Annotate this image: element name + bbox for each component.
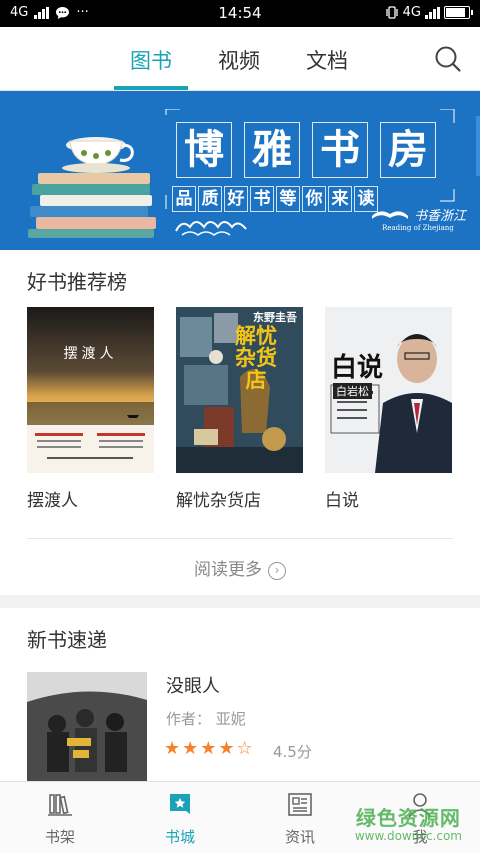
nav-label: 书城 — [164, 828, 195, 846]
read-more-label: 阅读更多 — [194, 560, 262, 580]
new-book-author: 作者： 亚妮 — [166, 708, 246, 729]
book-title[interactable]: 解忧杂货店 — [176, 486, 261, 511]
banner-subtitle-char: 品 — [172, 186, 196, 212]
banner-subtitle-char: 来 — [328, 186, 352, 212]
section-title: 新书速递 — [27, 628, 107, 652]
section-title: 好书推荐榜 — [27, 270, 127, 294]
logo-books-icon — [371, 211, 408, 219]
book-title[interactable]: 白说 — [325, 486, 359, 511]
cover-author-text: 白岩松 — [333, 383, 372, 399]
banner-title-char: 房 — [380, 122, 436, 178]
banner-subtitle-char: 你 — [302, 186, 326, 212]
news-icon — [288, 793, 312, 816]
network-type-right: 4G — [402, 5, 421, 20]
search-icon — [435, 46, 461, 72]
read-more-button[interactable]: 阅读更多 › — [0, 555, 480, 580]
nav-label: 资讯 — [284, 828, 315, 846]
bookshelf-icon — [48, 794, 72, 816]
author-label: 作者： — [166, 710, 212, 728]
cover-art — [27, 307, 154, 473]
vibrate-icon — [385, 6, 398, 19]
cloud-ornament-icon — [175, 221, 247, 236]
nav-item-news[interactable]: 资讯 — [240, 782, 360, 853]
status-bar: 4G ··· 14:54 4G — [0, 0, 480, 27]
nav-label: 书架 — [44, 828, 75, 846]
chevron-right-icon: › — [268, 562, 286, 580]
watermark: 绿色资源网 www.downcc.com — [355, 802, 462, 843]
tab-documents[interactable]: 文档 — [306, 45, 348, 75]
banner-subtitle-char: 书 — [250, 186, 274, 212]
banner-logo-text: 书香浙江 — [413, 209, 466, 224]
banner-title-char: 书 — [312, 122, 368, 178]
new-books-section: 新书速递 没眼人 作者： 亚妮 ★★★★☆ 4.5分 — [0, 608, 480, 781]
banner-title-char: 博 — [176, 122, 232, 178]
book-cover-jieyou[interactable]: 东野圭吾 解忧杂货店 — [176, 307, 303, 473]
book-cover-baishuo[interactable]: 白说 白岩松 — [325, 307, 452, 473]
cover-title-text: 解忧杂货店 — [235, 323, 277, 392]
scroll-indicator — [476, 116, 480, 176]
recommend-section: 好书推荐榜 摆渡人 东野圭吾 解忧杂货店 白说 白岩松 摆渡人 解忧杂货店 白说… — [0, 250, 480, 595]
book-title[interactable]: 摆渡人 — [27, 486, 78, 511]
rating-stars: ★★★★☆ — [164, 738, 255, 759]
banner-subtitle-char: 等 — [276, 186, 300, 212]
cover-title-text: 白说 — [331, 353, 384, 383]
watermark-main: 绿色资源网 — [355, 806, 461, 830]
search-button[interactable] — [434, 45, 462, 73]
books-illustration — [28, 137, 156, 238]
new-book-title[interactable]: 没眼人 — [166, 672, 220, 698]
watermark-sub: www.downcc.com — [354, 829, 462, 843]
banner-subtitle-char: 质 — [198, 186, 222, 212]
cover-title-text: 摆渡人 — [63, 346, 118, 362]
author-name: 亚妮 — [215, 710, 246, 728]
divider — [27, 538, 453, 539]
bookstore-icon — [170, 794, 190, 814]
promo-banner[interactable]: 博 雅 书 房 品 质 好 书 等 你 来 读 书香浙江 Reading of … — [0, 91, 480, 250]
banner-subtitle-char: 好 — [224, 186, 248, 212]
banner-logo: 书香浙江 Reading of Zhejiang — [370, 205, 466, 232]
signal-icon-right — [425, 6, 440, 19]
nav-item-bookstore[interactable]: 书城 — [120, 782, 240, 853]
banner-title-char: 雅 — [244, 122, 300, 178]
battery-icon — [444, 6, 473, 19]
tab-videos[interactable]: 视频 — [218, 45, 260, 75]
rating-score: 4.5分 — [273, 743, 312, 761]
tab-books[interactable]: 图书 — [130, 45, 172, 75]
top-tab-bar: 图书 视频 文档 — [0, 27, 480, 91]
new-book-cover[interactable] — [27, 672, 147, 781]
status-right: 4G — [385, 5, 473, 20]
nav-item-bookshelf[interactable]: 书架 — [0, 782, 120, 853]
cover-art — [27, 672, 147, 781]
banner-logo-subtext: Reading of Zhejiang — [382, 224, 454, 232]
active-tab-indicator — [114, 86, 188, 90]
book-cover-baiduren[interactable]: 摆渡人 — [27, 307, 154, 473]
